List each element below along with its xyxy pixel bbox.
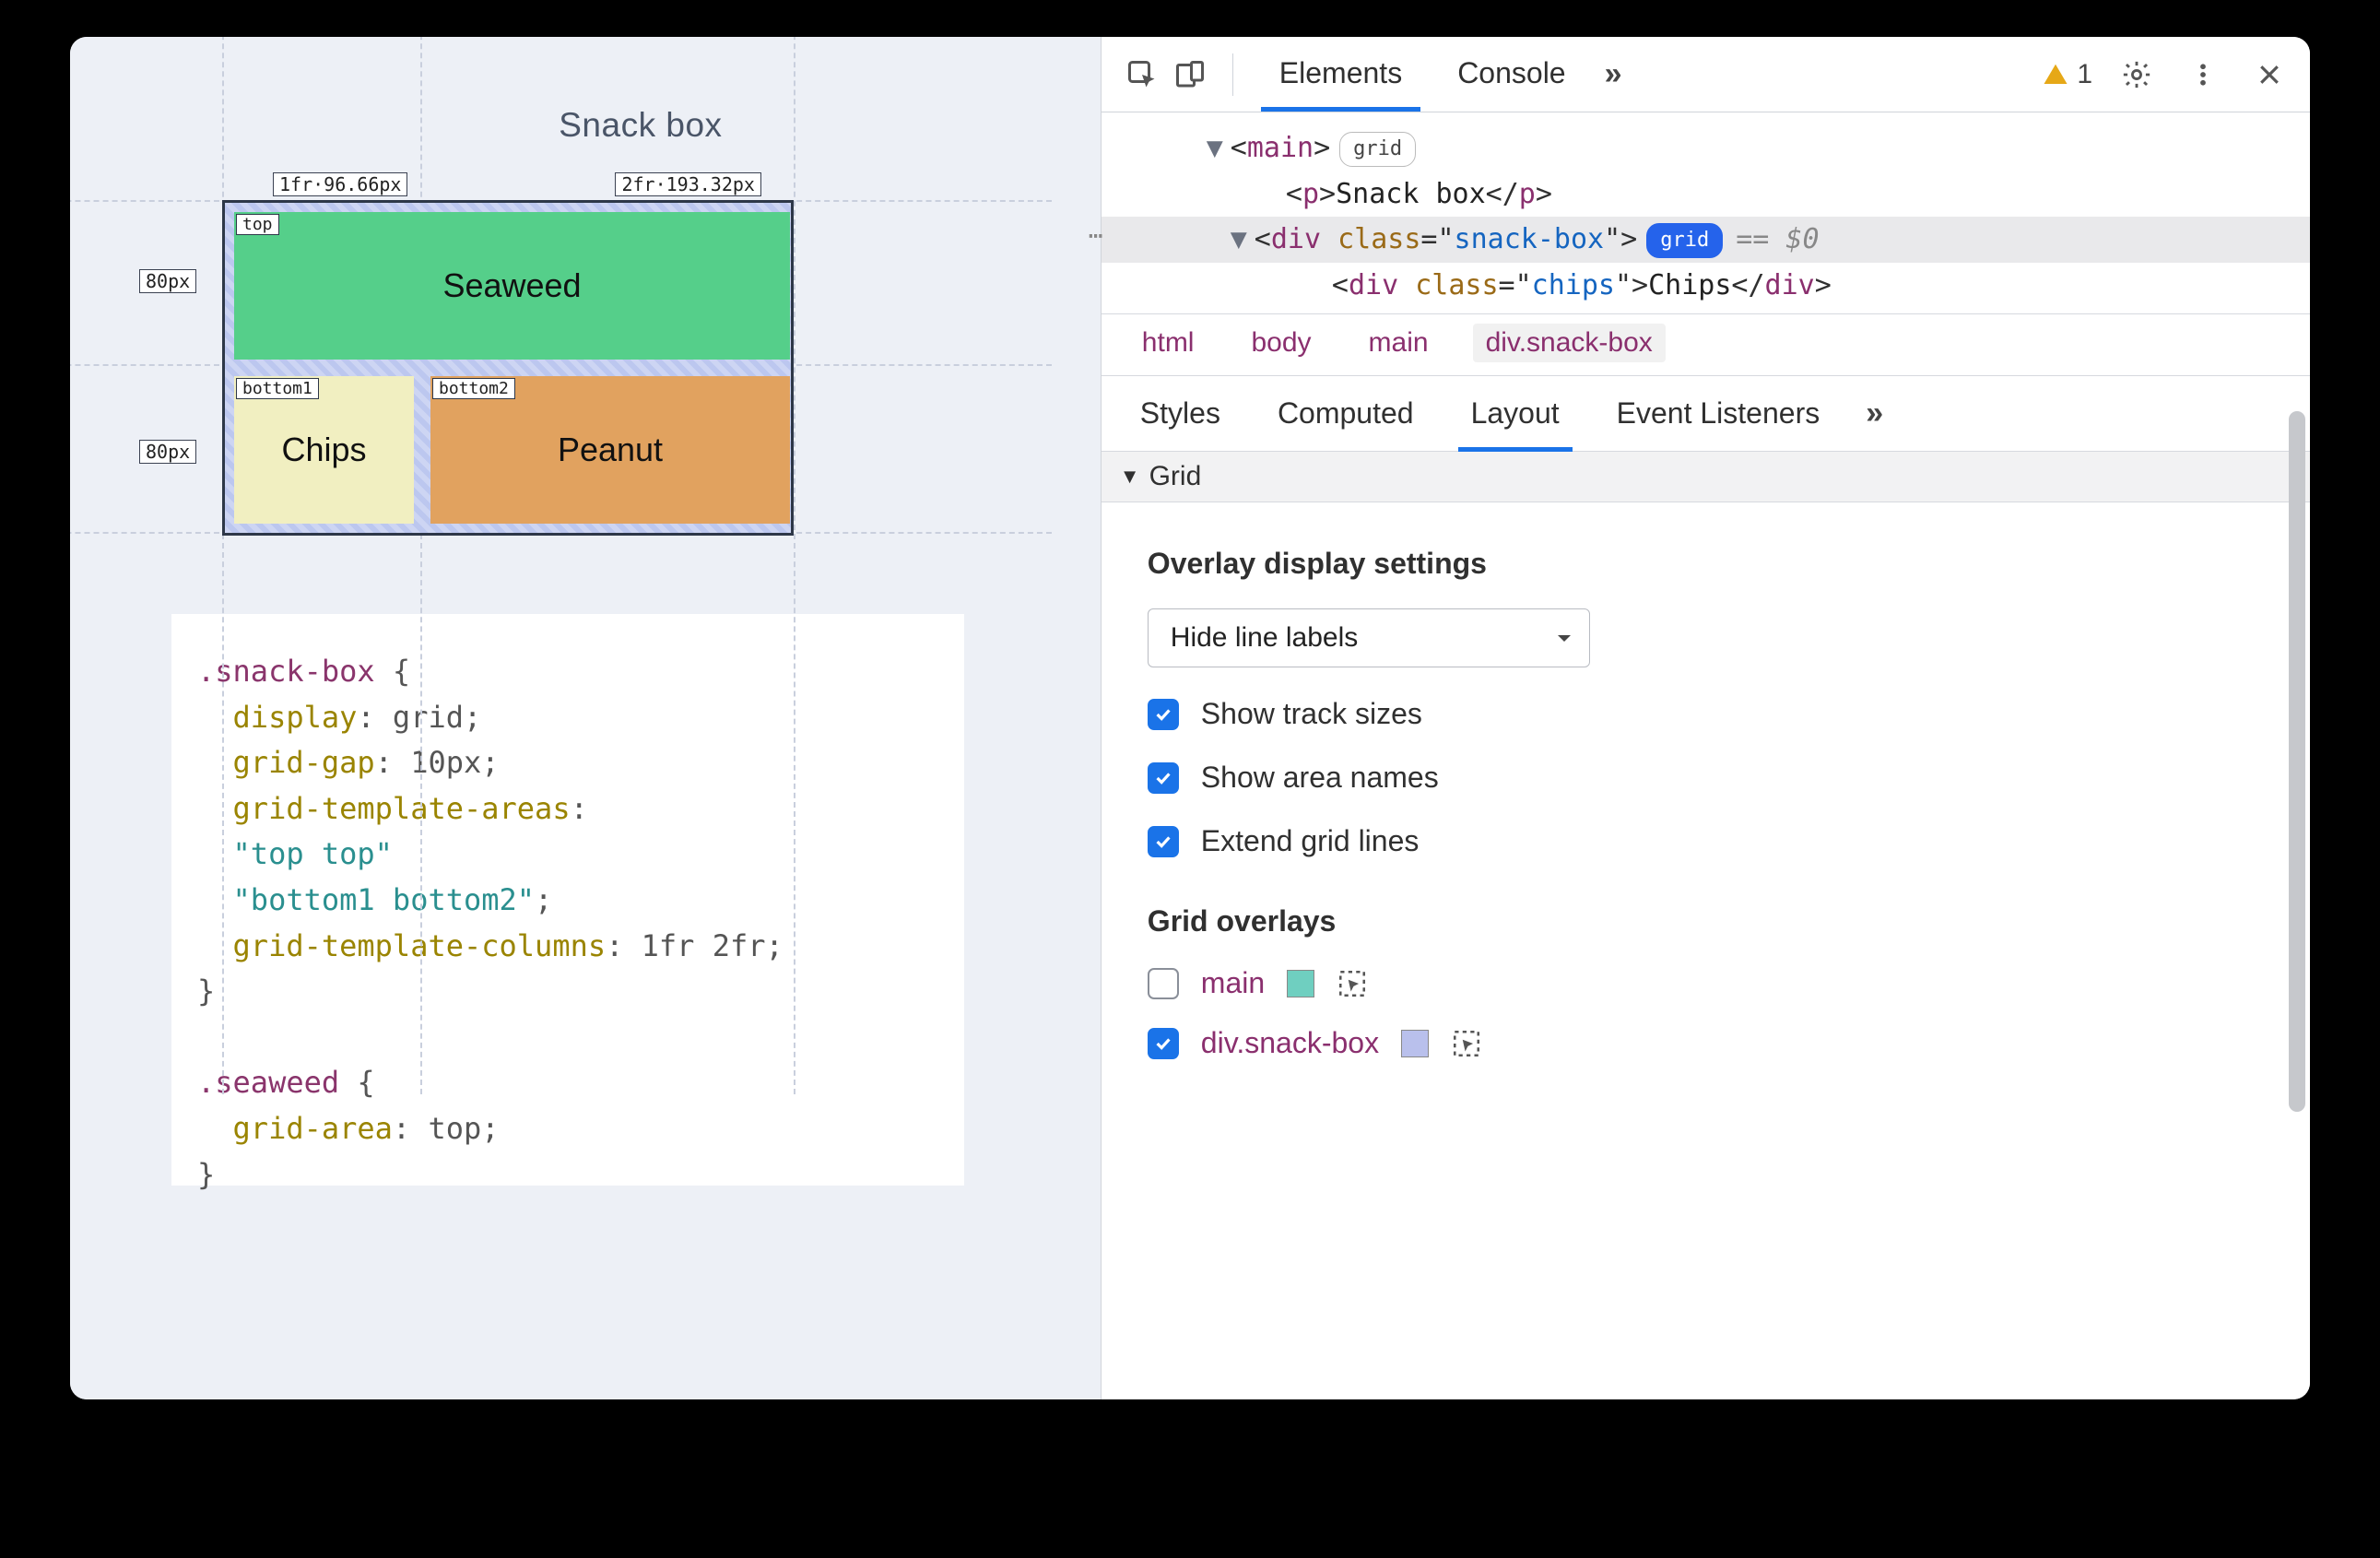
check-extend-lines[interactable]: Extend grid lines: [1148, 824, 2264, 858]
gear-icon[interactable]: [2115, 53, 2159, 97]
checkbox-icon[interactable]: [1148, 699, 1179, 730]
scrollbar[interactable]: [2289, 125, 2305, 1385]
dom-node-snack-box[interactable]: ▼<div class="snack-box">grid== $0: [1102, 217, 2310, 263]
highlight-element-icon[interactable]: [1337, 968, 1368, 999]
color-swatch[interactable]: [1401, 1030, 1429, 1057]
subtabs-overflow-icon[interactable]: »: [1866, 395, 1883, 431]
grid-cell-peanut[interactable]: bottom2 Peanut: [430, 376, 790, 524]
close-icon[interactable]: [2247, 53, 2292, 97]
warning-count: 1: [2077, 59, 2092, 90]
toolbar-separator: [1232, 53, 1233, 96]
color-swatch[interactable]: [1287, 970, 1314, 997]
grid-cell-chips[interactable]: bottom1 Chips: [234, 376, 414, 524]
crumb-body[interactable]: body: [1238, 324, 1324, 362]
dom-node-main[interactable]: ▼<main>grid: [1124, 125, 2310, 171]
overlay-element-name[interactable]: div.snack-box: [1201, 1026, 1379, 1060]
area-name-tag: bottom1: [236, 378, 319, 399]
tab-console[interactable]: Console: [1432, 38, 1591, 111]
col-size-label: 2fr·193.32px: [615, 172, 761, 196]
crumb-main[interactable]: main: [1356, 324, 1442, 362]
grid-overlay-zone: 1fr·96.66px 2fr·193.32px 80px 80px top S…: [222, 172, 794, 536]
grid-overlays-title: Grid overlays: [1148, 904, 2264, 938]
overlay-row-main: main: [1148, 966, 2264, 1000]
crumb-snack-box[interactable]: div.snack-box: [1473, 324, 1666, 362]
subtab-computed[interactable]: Computed: [1257, 376, 1434, 451]
check-label: Show track sizes: [1201, 697, 1422, 731]
grid-guide-line: [420, 37, 422, 1094]
overlay-row-snack-box: div.snack-box: [1148, 1026, 2264, 1060]
dom-tree[interactable]: ▼<main>grid <p>Snack box</p> ▼<div class…: [1102, 112, 2310, 313]
line-labels-select[interactable]: Hide line labels: [1148, 608, 1590, 667]
subtab-event-listeners[interactable]: Event Listeners: [1596, 376, 1841, 451]
device-toolbar-icon[interactable]: [1168, 53, 1212, 97]
area-name-tag: bottom2: [432, 378, 515, 399]
select-value: Hide line labels: [1171, 622, 1358, 653]
dom-node-chips[interactable]: <div class="chips">Chips</div>: [1124, 263, 2310, 309]
sidebar-tabs: Styles Computed Layout Event Listeners »: [1102, 376, 2310, 452]
cell-text: Seaweed: [442, 266, 581, 305]
area-name-tag: top: [236, 214, 279, 235]
grid-guide-line: [222, 37, 224, 1094]
grid-badge[interactable]: grid: [1339, 132, 1416, 167]
column-size-labels: 1fr·96.66px 2fr·193.32px: [222, 172, 794, 196]
cell-text: Peanut: [558, 431, 663, 469]
dom-node-p[interactable]: <p>Snack box</p>: [1124, 171, 2310, 218]
check-area-names[interactable]: Show area names: [1148, 761, 2264, 795]
checkbox-icon[interactable]: [1148, 1028, 1179, 1059]
page-viewport: Snack box 1fr·96.66px 2fr·193.32px 80px …: [70, 37, 1101, 1399]
grid-section-header[interactable]: ▼ Grid: [1102, 452, 2310, 502]
checkbox-icon[interactable]: [1148, 826, 1179, 857]
tab-elements[interactable]: Elements: [1254, 38, 1428, 111]
grid-badge[interactable]: grid: [1646, 223, 1723, 258]
check-label: Extend grid lines: [1201, 824, 1420, 858]
warnings-indicator[interactable]: 1: [2042, 59, 2092, 90]
chevron-down-icon: ▼: [1120, 465, 1140, 489]
overlay-settings-title: Overlay display settings: [1148, 547, 2264, 581]
grid-guide-line: [794, 37, 795, 1094]
snack-box-grid[interactable]: top Seaweed bottom1 Chips bottom2 Peanut: [222, 200, 794, 536]
inspect-element-icon[interactable]: [1120, 53, 1164, 97]
tabs-overflow-icon[interactable]: »: [1605, 56, 1622, 92]
overlay-element-name[interactable]: main: [1201, 966, 1265, 1000]
page-title: Snack box: [218, 106, 1064, 145]
grid-section-title: Grid: [1149, 461, 1202, 492]
subtab-styles[interactable]: Styles: [1120, 376, 1241, 451]
highlight-element-icon[interactable]: [1451, 1028, 1482, 1059]
checkbox-icon[interactable]: [1148, 762, 1179, 794]
selected-node-var: == $0: [1736, 223, 1819, 255]
dom-breadcrumb: html body main div.snack-box: [1102, 313, 2310, 376]
kebab-menu-icon[interactable]: [2181, 53, 2225, 97]
row-size-label: 80px: [139, 440, 196, 464]
grid-cell-seaweed[interactable]: top Seaweed: [234, 212, 790, 360]
crumb-html[interactable]: html: [1129, 324, 1208, 362]
col-size-label: 1fr·96.66px: [273, 172, 407, 196]
devtools-panel: Elements Console » 1 ▼<main>grid: [1101, 37, 2310, 1399]
check-label: Show area names: [1201, 761, 1439, 795]
subtab-layout[interactable]: Layout: [1451, 376, 1580, 451]
app-window: Snack box 1fr·96.66px 2fr·193.32px 80px …: [70, 37, 2310, 1399]
checkbox-icon[interactable]: [1148, 968, 1179, 999]
scrollbar-thumb[interactable]: [2289, 411, 2305, 1112]
devtools-toolbar: Elements Console » 1: [1102, 37, 2310, 112]
css-code-block: .snack-box { display: grid; grid-gap: 10…: [171, 614, 964, 1186]
cell-text: Chips: [281, 431, 366, 469]
row-size-label: 80px: [139, 269, 196, 293]
layout-grid-body: Overlay display settings Hide line label…: [1102, 502, 2310, 1095]
check-track-sizes[interactable]: Show track sizes: [1148, 697, 2264, 731]
